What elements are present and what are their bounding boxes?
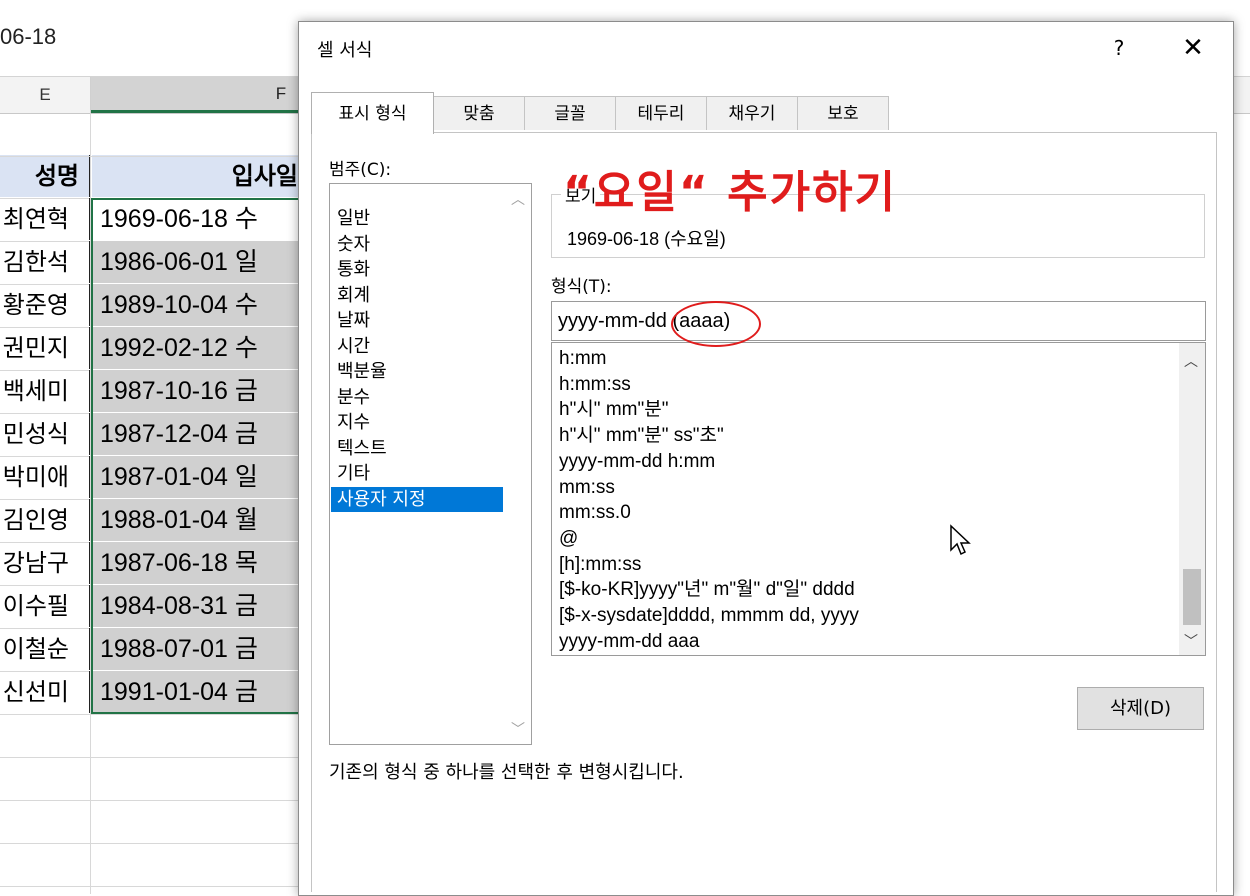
table-row: 박미애 1987-01-04 일	[0, 456, 300, 500]
format-item[interactable]: yyyy-mm-dd h:mm	[559, 449, 715, 475]
tab-number[interactable]: 표시 형식	[311, 92, 434, 134]
empty-row	[0, 714, 300, 758]
format-item[interactable]: h"시" mm"분" ss"초"	[559, 423, 724, 449]
scroll-up-icon[interactable]: ︿	[1184, 351, 1198, 371]
help-icon[interactable]: ?	[1099, 30, 1139, 66]
tab-fill[interactable]: 채우기	[706, 96, 798, 130]
formula-text: 06-18	[0, 24, 57, 49]
table-row: 이철순 1988-07-01 금	[0, 628, 300, 672]
preview-value: 1969-06-18 (수요일)	[567, 229, 726, 249]
category-item[interactable]: 통화	[331, 257, 503, 282]
scroll-up-icon[interactable]: ︿	[510, 192, 526, 208]
table-row: 강남구 1987-06-18 목	[0, 542, 300, 586]
hint-text: 기존의 형식 중 하나를 선택한 후 변형시킵니다.	[329, 762, 684, 783]
table-row: 최연혁 1969-06-18 수	[0, 198, 300, 242]
delete-button[interactable]: 삭제(D)	[1077, 687, 1204, 730]
date-cell[interactable]: 1987-06-18 목	[92, 542, 300, 584]
format-item[interactable]: [$-ko-KR]yyyy"년" m"월" d"일" dddd	[559, 577, 855, 603]
name-cell[interactable]: 박미애	[0, 456, 90, 498]
close-icon[interactable]: ✕	[1173, 30, 1213, 66]
format-cells-dialog: 셀 서식 ? ✕ 표시 형식 맞춤 글꼴 테두리 채우기 보호 범주(C): ︿…	[298, 21, 1234, 896]
column-header-e[interactable]: E	[0, 77, 91, 113]
name-cell[interactable]: 이수필	[0, 585, 90, 627]
scroll-down-icon[interactable]: ﹀	[510, 722, 526, 738]
table-row: 황준영 1989-10-04 수	[0, 284, 300, 328]
annotation-ellipse	[671, 301, 761, 347]
format-list-scrollbar[interactable]: ︿ ﹀	[1179, 343, 1205, 655]
table-row: 백세미 1987-10-16 금	[0, 370, 300, 414]
table-row: 이수필 1984-08-31 금	[0, 585, 300, 629]
date-cell[interactable]: 1969-06-18 수	[92, 198, 300, 240]
name-cell[interactable]: 권민지	[0, 327, 90, 369]
category-item[interactable]: 지수	[331, 410, 503, 435]
name-cell[interactable]: 강남구	[0, 542, 90, 584]
category-item[interactable]: 기타	[331, 461, 503, 486]
table-row: 권민지 1992-02-12 수	[0, 327, 300, 371]
format-input[interactable]: yyyy-mm-dd (aaaa)	[551, 301, 1206, 341]
dialog-title: 셀 서식	[317, 40, 373, 61]
format-item[interactable]: mm:ss	[559, 475, 615, 501]
name-cell[interactable]: 이철순	[0, 628, 90, 670]
format-item[interactable]: yyyy-mm-dd aaa	[559, 629, 699, 655]
date-cell[interactable]: 1986-06-01 일	[92, 241, 300, 283]
name-cell[interactable]: 김한석	[0, 241, 90, 283]
name-cell[interactable]: 신선미	[0, 671, 90, 713]
empty-row	[0, 800, 300, 844]
scroll-down-icon[interactable]: ﹀	[1184, 631, 1198, 651]
format-item[interactable]: @	[559, 526, 578, 552]
category-label: 범주(C):	[329, 160, 392, 180]
category-list[interactable]: ︿ ﹀ 일반 숫자 통화 회계 날짜 시간 백분율 분수 지수 텍스트 기타 사용자 지정	[329, 183, 532, 745]
date-cell[interactable]: 1987-10-16 금	[92, 370, 300, 412]
table-row: 신선미 1991-01-04 금	[0, 671, 300, 715]
category-item[interactable]: 백분율	[331, 359, 503, 384]
date-cell[interactable]: 1987-12-04 금	[92, 413, 300, 455]
format-item[interactable]: [h]:mm:ss	[559, 552, 641, 578]
scroll-thumb[interactable]	[1183, 569, 1201, 625]
table-row: 민성식 1987-12-04 금	[0, 413, 300, 457]
name-cell[interactable]: 백세미	[0, 370, 90, 412]
name-cell[interactable]: 김인영	[0, 499, 90, 541]
format-item[interactable]: mm:ss.0	[559, 500, 631, 526]
date-cell[interactable]: 1988-01-04 월	[92, 499, 300, 541]
name-cell[interactable]: 최연혁	[0, 198, 90, 240]
date-cell[interactable]: 1987-01-04 일	[92, 456, 300, 498]
category-item[interactable]: 분수	[331, 385, 503, 410]
table-row: 김한석 1986-06-01 일	[0, 241, 300, 285]
tab-protection[interactable]: 보호	[797, 96, 889, 130]
empty-row	[0, 757, 300, 801]
mouse-pointer-icon	[950, 524, 971, 556]
annotation-text: “요일“ 추가하기	[563, 167, 898, 218]
header-row: 성명 입사일	[0, 155, 300, 199]
tab-font[interactable]: 글꼴	[524, 96, 616, 130]
category-item[interactable]: 텍스트	[331, 436, 503, 461]
name-cell[interactable]: 황준영	[0, 284, 90, 326]
format-item[interactable]: h:mm	[559, 346, 607, 372]
table-row: 김인영 1988-01-04 월	[0, 499, 300, 543]
format-item[interactable]: h:mm:ss	[559, 372, 631, 398]
format-label: 형식(T):	[551, 277, 612, 297]
date-cell[interactable]: 1992-02-12 수	[92, 327, 300, 369]
name-cell[interactable]: 민성식	[0, 413, 90, 455]
category-item[interactable]: 숫자	[331, 232, 503, 257]
date-cell[interactable]: 1989-10-04 수	[92, 284, 300, 326]
date-header-cell[interactable]: 입사일	[92, 155, 300, 197]
date-cell[interactable]: 1988-07-01 금	[92, 628, 300, 670]
category-item[interactable]: 날짜	[331, 308, 503, 333]
empty-row	[0, 113, 300, 157]
name-header-cell[interactable]: 성명	[0, 155, 90, 197]
tab-border[interactable]: 테두리	[615, 96, 707, 130]
date-cell[interactable]: 1984-08-31 금	[92, 585, 300, 627]
date-cell[interactable]: 1991-01-04 금	[92, 671, 300, 713]
category-item[interactable]: 시간	[331, 334, 503, 359]
empty-row	[0, 843, 300, 887]
category-item[interactable]: 회계	[331, 283, 503, 308]
format-item[interactable]: [$-x-sysdate]dddd, mmmm dd, yyyy	[559, 603, 859, 629]
category-item[interactable]: 일반	[331, 206, 503, 231]
tab-alignment[interactable]: 맞춤	[433, 96, 525, 130]
category-item[interactable]: 사용자 지정	[331, 486, 503, 512]
format-list[interactable]: yyyy-mm-dd aaa [$-x-sysdate]dddd, mmmm dd…	[551, 342, 1206, 656]
format-item[interactable]: h"시" mm"분"	[559, 397, 668, 423]
